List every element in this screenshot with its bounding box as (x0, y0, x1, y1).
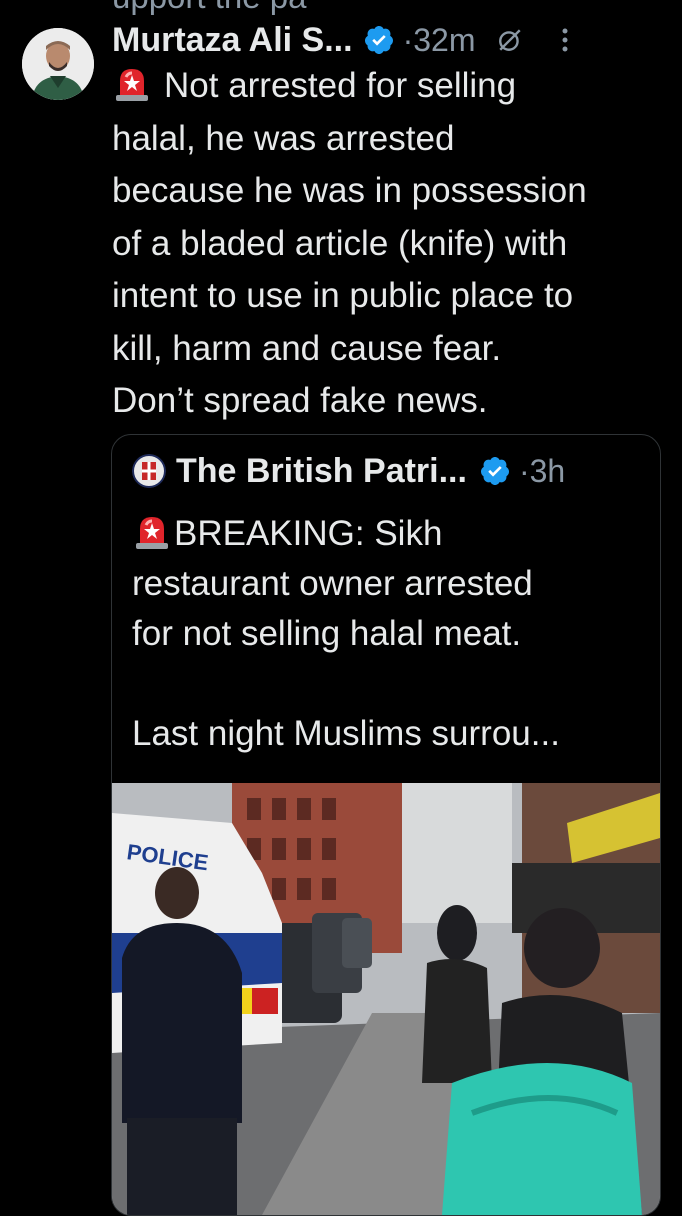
quoted-tweet-line (132, 659, 652, 709)
quoted-tweet-header: The British Patri... ·3h (132, 451, 565, 491)
more-vertical-icon[interactable] (561, 26, 569, 54)
quoted-tweet-media[interactable]: POLICE (112, 783, 660, 1215)
tweet-line: halal, he was arrested (112, 118, 455, 158)
quoted-tweet-line: BREAKING: Sikh (132, 509, 652, 559)
author-avatar[interactable] (22, 28, 94, 100)
quoted-author-name[interactable]: The British Patri... (176, 452, 467, 491)
tweet-line: kill, harm and cause fear. (112, 328, 502, 368)
author-name[interactable]: Murtaza Ali S... (112, 21, 353, 60)
police-light-emoji (136, 517, 168, 549)
verified-badge-icon (480, 457, 509, 485)
tweet-line: Don’t spread fake news. (112, 381, 488, 420)
tweet-line: intent to use in public place to (112, 276, 574, 315)
verified-badge-icon (364, 26, 393, 54)
police-light-emoji (116, 69, 148, 101)
tweet-line: of a bladed article (knife) with (112, 223, 568, 263)
quoted-tweet-card[interactable]: The British Patri... ·3h BREAKING: Sikh … (111, 434, 661, 1216)
quoted-tweet-time[interactable]: ·3h (519, 453, 565, 490)
quoted-tweet-line: restaurant owner arrested (132, 564, 533, 603)
quoted-tweet-body: BREAKING: Sikh restaurant owner arrested… (132, 509, 652, 759)
tweet-header: Murtaza Ali S... ·32m (112, 18, 664, 62)
tweet-body: Not arrested for selling halal, he was a… (112, 60, 672, 428)
previous-tweet-cut-text: upport the pa (112, 0, 307, 16)
tweet-line: because he was in possession (112, 171, 587, 210)
tweet-line-text: Not arrested for selling (164, 66, 517, 105)
tweet-line: Not arrested for selling (112, 60, 672, 113)
quoted-author-avatar[interactable] (132, 454, 166, 488)
quoted-tweet-line-text: BREAKING: Sikh (174, 514, 443, 553)
quoted-tweet-line: Last night Muslims surrou... (132, 714, 560, 753)
quoted-tweet-line: for not selling halal meat. (132, 614, 522, 653)
grok-icon[interactable] (497, 27, 523, 53)
tweet-time[interactable]: ·32m (403, 22, 476, 59)
